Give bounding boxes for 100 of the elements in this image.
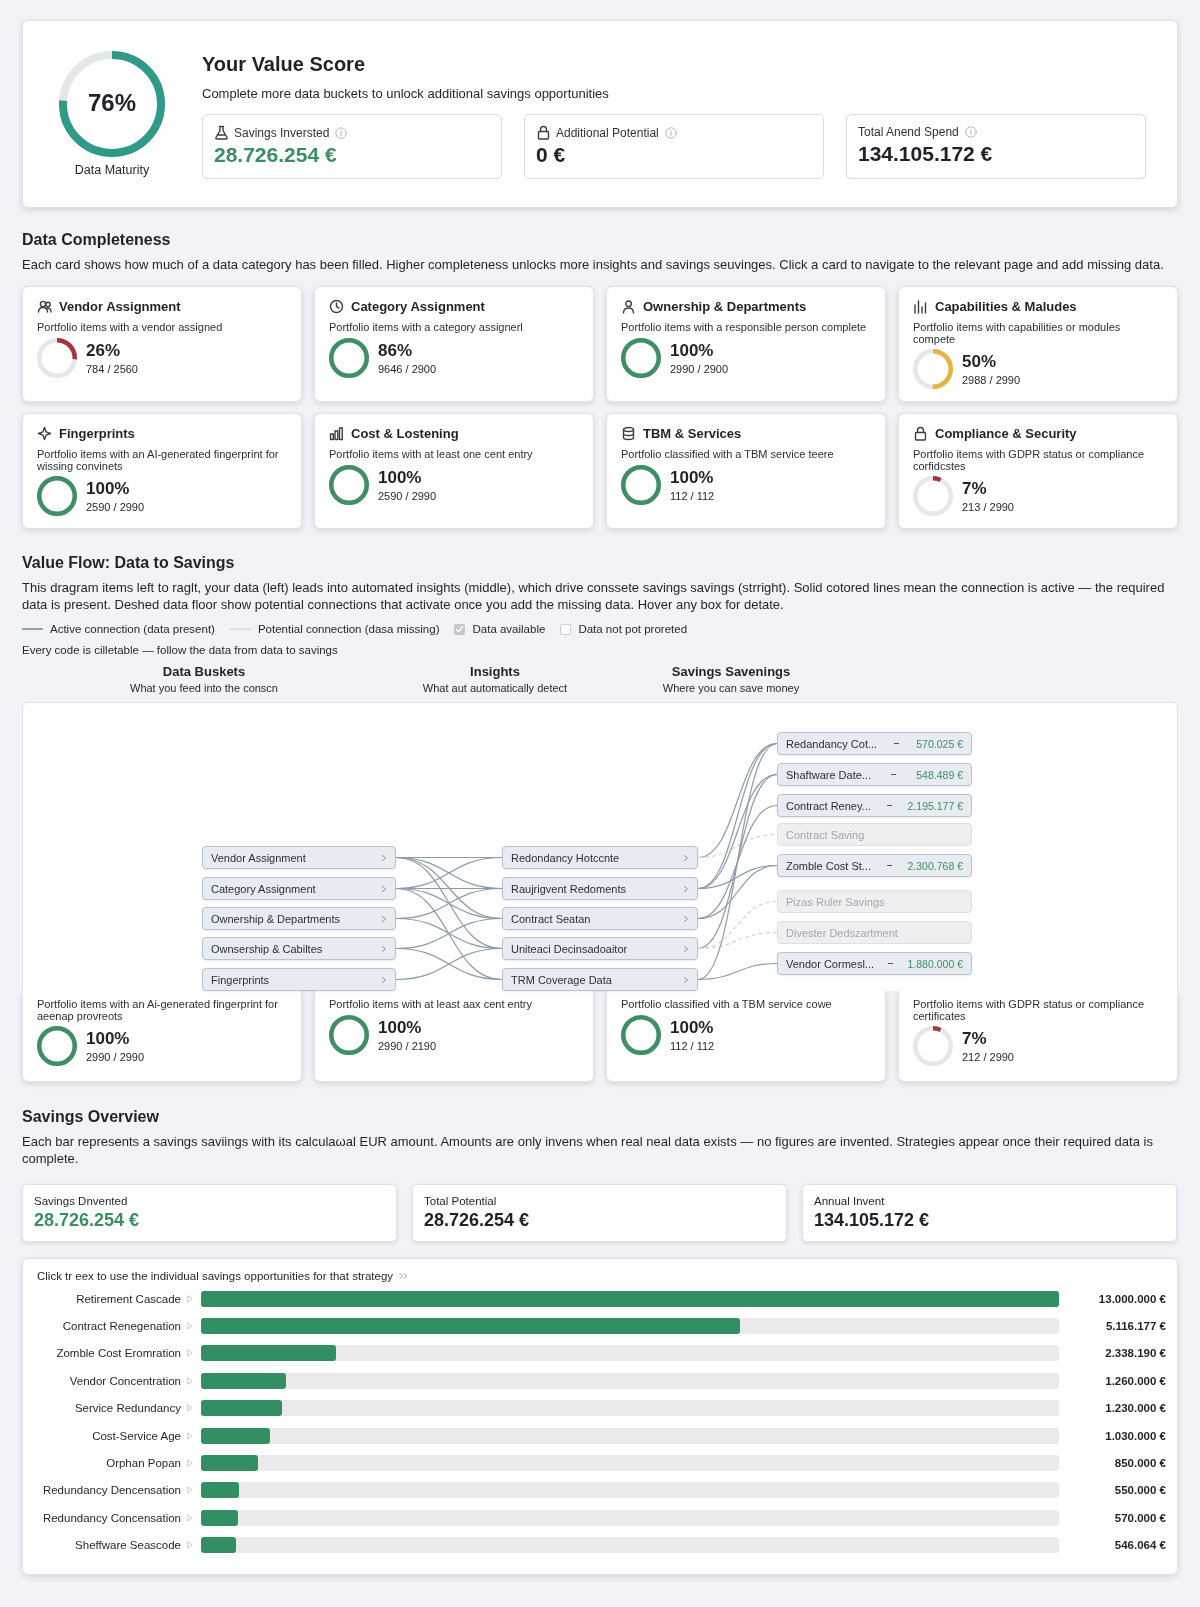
progress-ring <box>37 337 77 378</box>
card-title: TBM & Services <box>643 426 742 441</box>
count-value: 112 / 112 <box>670 1039 715 1052</box>
hint-text: Every code is cilletable — follow the data from data to savings <box>22 644 339 656</box>
bar-label: Zomble Cost Eromration <box>56 1347 181 1360</box>
flask-icon <box>214 125 229 140</box>
flow-node[interactable]: Ownership & Departments <box>202 907 396 930</box>
section-description: Each bar represents a savings saviings with its calculaωal EUR amount. Amounts are only invens when real neal data exists — no figures are invented. Strategies appear once their required data is complete. <box>22 1133 1154 1167</box>
count-value: 2990 / 2190 <box>378 1039 437 1052</box>
bar-label: Vendor Concentration <box>69 1374 181 1387</box>
flow-node[interactable]: Vendor Assignment <box>202 846 396 869</box>
completeness-card[interactable]: Category Assignment Portfolio items with a category assignerl 86% 9646 / 2900 <box>314 286 594 402</box>
bar-label: Orphan Popan <box>106 1457 181 1470</box>
play-icon <box>187 1431 193 1440</box>
section-description: This dragram items left to raglt, your data (left) leads into automated insights (middle), which drive conssete savings savings (strright). Solid cotored lines mean the connection is active — the required data is present. Deshed data floor show potential connections that activate once you add the missing data. Hover any box for detate. <box>22 579 1166 613</box>
flow-node[interactable]: Raujrigvent Redoments <box>502 877 698 900</box>
completeness-card[interactable]: Portfolio classified vith a TBM service cowe 100% 112 / 112 <box>606 991 886 1082</box>
legend-label: Potential connection (dasa missing) <box>257 623 440 635</box>
savings-node[interactable]: Zomble Cost St... 2.300.768 € <box>777 854 972 877</box>
percent-value: 26% <box>86 340 122 361</box>
bar-label: Service Redundancy <box>74 1402 181 1415</box>
stat-label: Total Anend Spend <box>858 125 959 139</box>
card-description: Portfolio items with a category assignerl <box>329 322 524 334</box>
count-value: 212 / 2990 <box>962 1051 1014 1063</box>
chevron-icon <box>381 944 387 953</box>
chevron-icon <box>683 853 689 862</box>
play-icon <box>187 1513 193 1522</box>
flow-node[interactable]: Ownsership & Cabiltes <box>202 937 396 960</box>
completeness-card[interactable]: Cost & Lostening Portfolio items with at least one cent entry 100% 2590 / 2990 <box>314 413 594 529</box>
card-description: Portfolio items with an AI-generated fingerprint for wissing convinets <box>37 449 280 472</box>
completeness-card[interactable]: Capabilities & Maludes Portfolio items with capabilities or modules compete 50% 2988 / 2990 <box>898 286 1178 402</box>
bar-amount: 5.116.177 € <box>1104 1320 1166 1333</box>
stat-label: Additional Potential <box>556 125 659 140</box>
completeness-card[interactable]: Ownership & Departments Portfolio items with a responsible person complete 100% 2990 / 2900 <box>606 286 886 402</box>
percent-value: 100% <box>670 1017 715 1038</box>
card-title: Compliance & Security <box>935 426 1077 441</box>
savings-node[interactable]: Vendor Cormesl... 1.880.000 € <box>777 952 972 975</box>
percent-value: 100% <box>86 479 131 499</box>
legend-label: Data available <box>472 623 546 635</box>
completeness-card[interactable]: TBM & Services Portfolio classified with a TBM service teere 100% 112 / 112 <box>606 413 886 529</box>
flow-node[interactable]: Contract Seatan <box>502 907 698 930</box>
info-icon <box>335 126 348 139</box>
count-value: 2990 / 2900 <box>670 362 729 375</box>
percent-value: 86% <box>378 340 414 361</box>
count-value: 2988 / 2990 <box>962 374 1021 386</box>
stat-value: 28.726.254 € <box>34 1210 141 1231</box>
completeness-card[interactable]: Vendor Assignment Portfolio items with a vendor assigned 26% 784 / 2560 <box>22 286 302 402</box>
percent-value: 100% <box>670 467 715 488</box>
lock-icon <box>536 125 551 140</box>
bar-label: Redundancy Dencensation <box>42 1484 181 1497</box>
completeness-card[interactable]: Fingerprints Portfolio items with an AI-generated fingerprint for wissing convinets 100% 2590 / 2990 <box>22 413 302 529</box>
progress-ring <box>621 464 661 505</box>
bar-chart-icon <box>913 299 928 314</box>
flow-node[interactable]: Uniteaci Decinsadoaitor <box>502 937 698 960</box>
progress-ring <box>329 1014 369 1055</box>
completeness-card[interactable]: Portfolio items with at least aax cent entry 100% 2990 / 2190 <box>314 991 594 1082</box>
play-icon <box>187 1294 193 1303</box>
flow-node[interactable]: Category Assignment <box>202 877 396 900</box>
bar-label: Contract Renegenation <box>62 1320 181 1333</box>
database-icon <box>621 426 636 441</box>
completeness-card[interactable]: Portfolio items with GDPR status or compliance certificates 7% 212 / 2990 <box>898 991 1178 1082</box>
checkbox[interactable] <box>560 623 572 635</box>
progress-ring <box>329 464 369 505</box>
savings-node[interactable]: Shaftware Date... 548.489 € <box>777 763 972 786</box>
checkbox[interactable] <box>454 623 466 635</box>
hint-text: Click tr eex to use the individual savings opportunities for that strategy <box>37 1270 394 1282</box>
card-description: Portfolio items with GDPR status or compliance corfidcstes <box>913 449 1146 472</box>
percent-value: 100% <box>378 467 423 488</box>
savings-node[interactable]: Redandancy Cot... 570.025 € <box>777 732 972 755</box>
flow-node[interactable]: Redondancy Hotccnte <box>502 846 698 869</box>
sparkle-icon <box>37 426 52 441</box>
stat-label: Savings Dnvented <box>34 1195 129 1207</box>
stat-value: 0 € <box>536 143 567 167</box>
chevron-icon <box>381 914 387 923</box>
percent-label: 76% <box>86 89 137 117</box>
card-description: Portfolio items with at least one cent entry <box>329 449 534 461</box>
chevron-icon <box>381 884 387 893</box>
bar-chart-icon <box>329 426 344 441</box>
completeness-card[interactable]: Portfolio items with an Ai-generated fingerprint for aeenap provreots 100% 2990 / 2990 <box>22 991 302 1082</box>
savings-node[interactable]: Contract Reney... 2.195.177 € <box>777 794 972 817</box>
bar-amount: 2.338.190 € <box>1104 1347 1166 1360</box>
section-title: Data Completeness <box>22 231 172 249</box>
stat-value: 134.105.172 € <box>814 1210 931 1231</box>
chevron-icon <box>683 944 689 953</box>
play-icon <box>187 1541 193 1550</box>
legend-line <box>22 628 43 630</box>
card-description: Portfolio items with at least aax cent entry <box>329 999 533 1011</box>
column-subtitle: What aut automatically detect <box>421 682 569 694</box>
info-icon <box>964 126 977 138</box>
progress-ring <box>621 1014 661 1055</box>
flow-node[interactable]: Fingerprints <box>202 968 396 991</box>
play-icon <box>187 1486 193 1495</box>
bar-label: Sheffware Seascode <box>75 1539 181 1552</box>
completeness-card[interactable]: Compliance & Security Portfolio items with GDPR status or compliance corfidcstes 7% 213 / 2990 <box>898 413 1178 529</box>
percent-value: 7% <box>962 479 988 499</box>
flow-node[interactable]: TRM Coverage Data <box>502 968 698 991</box>
progress-ring <box>37 476 77 516</box>
chevron-icon <box>381 853 387 862</box>
lock-icon <box>913 426 928 441</box>
count-value: 9646 / 2900 <box>378 362 437 375</box>
